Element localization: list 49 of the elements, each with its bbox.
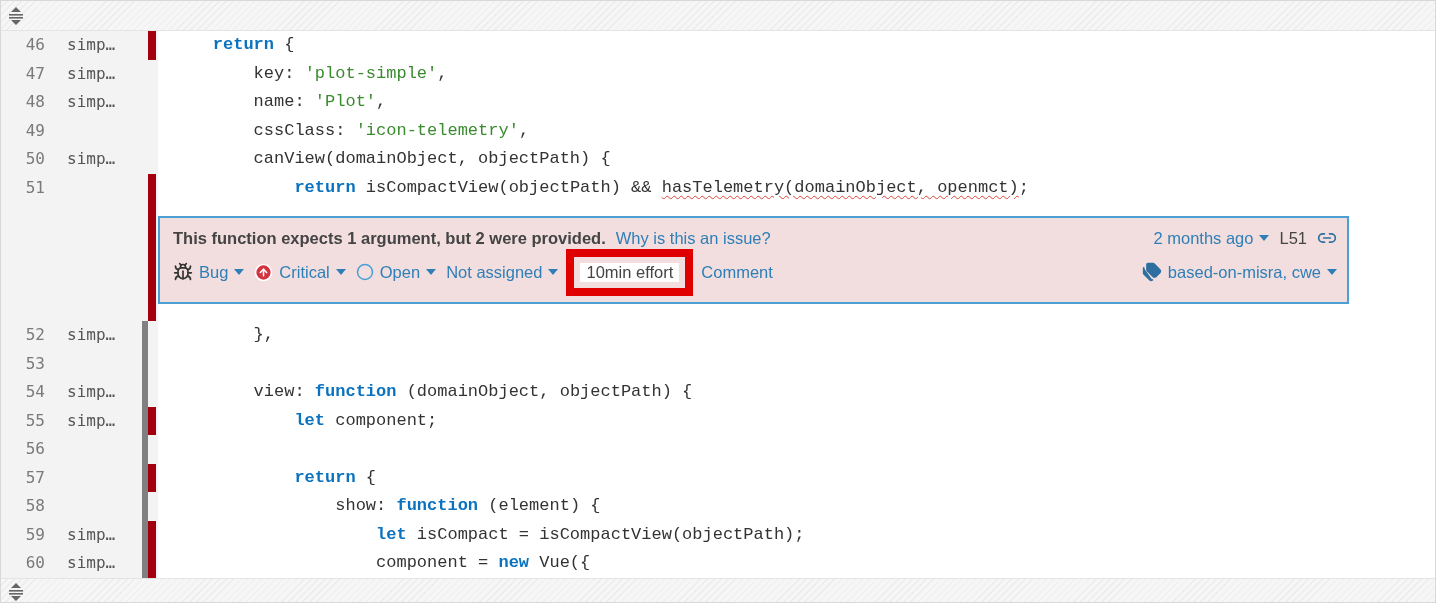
line-label: L51 xyxy=(1279,228,1307,248)
code-line: name: 'Plot', xyxy=(252,91,388,113)
line-number: 49 xyxy=(24,119,45,142)
code-line: return { xyxy=(211,34,296,56)
caret-icon xyxy=(1259,235,1270,241)
line-number: 46 xyxy=(24,34,45,56)
code-line: component = new Vue({ xyxy=(375,552,592,574)
severity-button[interactable]: Critical xyxy=(254,262,346,282)
line-number: 60 xyxy=(24,552,45,574)
blame-author[interactable]: simp… xyxy=(45,321,139,350)
code-line: show: function (element) { xyxy=(334,495,602,517)
line-number: 55 xyxy=(24,409,45,432)
blame-author[interactable]: simp… xyxy=(45,59,139,88)
blame-author[interactable]: simp… xyxy=(45,145,139,174)
effort-button[interactable]: 10min effort xyxy=(580,262,680,282)
code-line: let isCompact = isCompactView(objectPath); xyxy=(375,523,806,546)
tags-icon xyxy=(1141,262,1162,282)
line-number: 51 xyxy=(24,176,45,199)
blame-author[interactable]: simp… xyxy=(45,31,139,60)
arrow-up-circle-icon xyxy=(254,262,274,282)
line-number: 54 xyxy=(24,381,45,403)
line-number: 52 xyxy=(24,324,45,346)
code-line: canView(domainObject, objectPath) { xyxy=(252,148,612,170)
line-number: 47 xyxy=(24,62,45,85)
code-line: view: function (domainObject, objectPath) { xyxy=(252,381,694,403)
blame-author[interactable]: simp… xyxy=(45,378,139,407)
blame-author[interactable]: simp… xyxy=(45,88,139,117)
caret-icon xyxy=(1327,269,1337,275)
blame-author[interactable]: simp… xyxy=(45,520,139,549)
code-line: cssClass: 'icon-telemetry', xyxy=(252,119,531,142)
expand-icon[interactable] xyxy=(9,582,23,601)
code-line: return isCompactView(objectPath) && hasTelemetry(domainObject, openmct); xyxy=(293,176,1030,199)
code-line: key: 'plot-simple', xyxy=(252,62,449,85)
line-number: 48 xyxy=(24,91,45,113)
line-number: 58 xyxy=(24,495,45,517)
circle-icon xyxy=(355,263,374,281)
line-number: 59 xyxy=(24,523,45,546)
bug-icon xyxy=(173,262,193,282)
line-number: 53 xyxy=(24,352,45,375)
line-number: 56 xyxy=(24,438,45,460)
code-line: let component; xyxy=(293,409,439,432)
line-number: 57 xyxy=(24,466,45,489)
blame-author[interactable]: simp… xyxy=(45,406,139,435)
code-line: return { xyxy=(293,466,378,489)
line-number: 50 xyxy=(24,148,45,170)
issue-message: This function expects 1 argument, but 2 were provided. xyxy=(173,228,606,248)
code-line: }, xyxy=(252,324,276,346)
expand-icon[interactable] xyxy=(9,6,23,25)
blame-author[interactable]: simp… xyxy=(45,549,139,578)
